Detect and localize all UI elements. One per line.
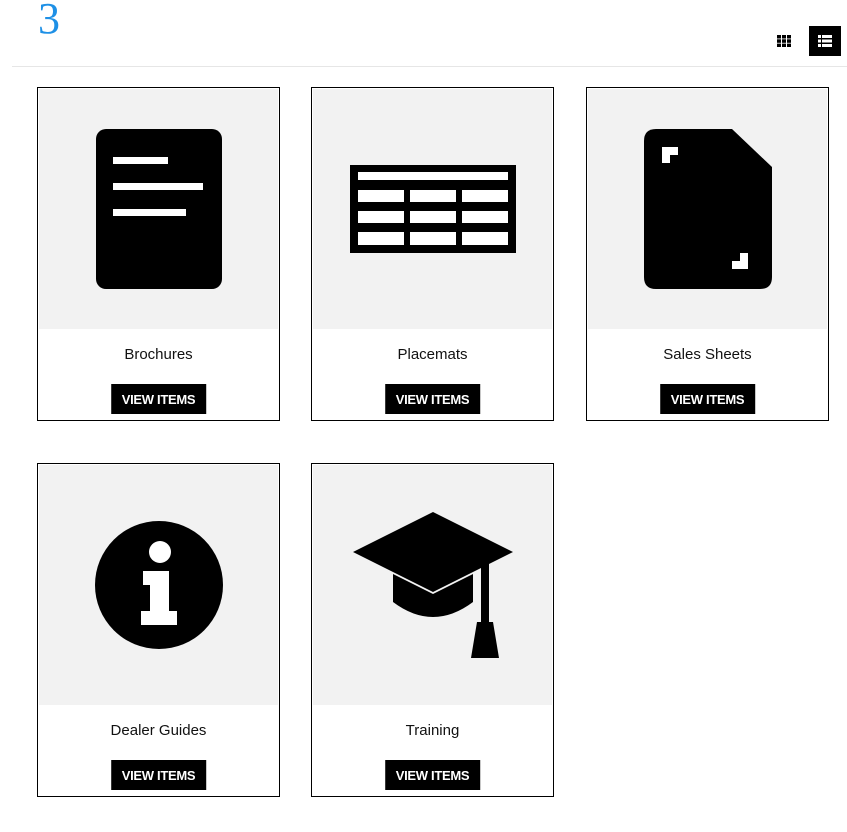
category-card-placemats[interactable]: Placemats VIEW ITEMS [311, 87, 554, 421]
card-title: Sales Sheets [663, 346, 752, 363]
grid-view-icon [777, 35, 791, 47]
document-icon [95, 129, 222, 289]
view-items-button[interactable]: VIEW ITEMS [110, 760, 207, 790]
grid-view-button[interactable] [768, 26, 800, 56]
category-card-brochures[interactable]: Brochures VIEW ITEMS [37, 87, 280, 421]
card-title: Placemats [397, 346, 468, 363]
card-image[interactable] [39, 465, 278, 705]
view-items-button[interactable]: VIEW ITEMS [384, 384, 481, 414]
graduation-cap-icon [352, 512, 513, 658]
sheet-icon [643, 129, 772, 289]
card-title: Training [405, 722, 460, 739]
card-title: Dealer Guides [110, 722, 207, 739]
info-icon [94, 521, 223, 649]
card-title: Brochures [124, 346, 193, 363]
card-image[interactable] [39, 89, 278, 329]
category-card-sales-sheets[interactable]: Sales Sheets VIEW ITEMS [586, 87, 829, 421]
card-image[interactable] [313, 89, 552, 329]
view-items-button[interactable]: VIEW ITEMS [384, 760, 481, 790]
card-image[interactable] [588, 89, 827, 329]
category-card-dealer-guides[interactable]: Dealer Guides VIEW ITEMS [37, 463, 280, 797]
card-image[interactable] [313, 465, 552, 705]
list-view-button[interactable] [809, 26, 841, 56]
table-icon [349, 165, 516, 253]
view-items-button[interactable]: VIEW ITEMS [110, 384, 207, 414]
category-card-training[interactable]: Training VIEW ITEMS [311, 463, 554, 797]
list-view-icon [818, 35, 832, 47]
result-count: 3 [38, 0, 60, 43]
view-items-button[interactable]: VIEW ITEMS [659, 384, 756, 414]
toolbar: 3 [12, 0, 847, 67]
